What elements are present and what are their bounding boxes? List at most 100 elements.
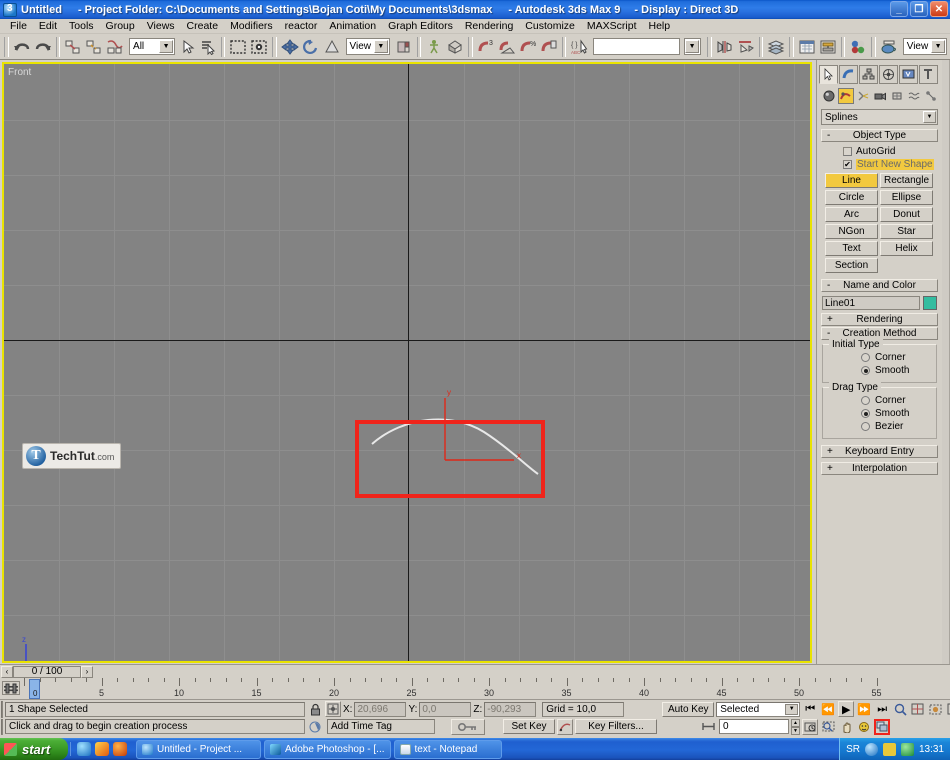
- rollout-toggle-name-and-color[interactable]: -: [827, 280, 830, 291]
- command-panel-scrollbar[interactable]: [942, 60, 950, 664]
- taskbar-item-notepad[interactable]: text - Notepad: [393, 739, 502, 759]
- material-editor-icon[interactable]: [848, 36, 868, 58]
- taskbar-item-3dsmax[interactable]: Untitled - Project ...: [136, 739, 261, 759]
- cameras-category[interactable]: [872, 88, 888, 104]
- object-button-arc[interactable]: Arc: [825, 207, 878, 222]
- systems-category[interactable]: [923, 88, 939, 104]
- window-crossing-icon[interactable]: [249, 36, 269, 58]
- current-frame-field[interactable]: 0 / 100: [13, 665, 81, 678]
- render-type-combo[interactable]: View ▼: [902, 38, 948, 55]
- rollout-rendering[interactable]: + Rendering: [821, 313, 938, 326]
- undo-icon[interactable]: [12, 36, 32, 58]
- object-button-rectangle[interactable]: Rectangle: [880, 173, 933, 188]
- select-and-manipulate-icon[interactable]: [424, 36, 444, 58]
- rollout-toggle-keyboard-entry[interactable]: +: [827, 446, 833, 457]
- object-button-section[interactable]: Section: [825, 258, 878, 273]
- key-mode-toggle-icon[interactable]: [451, 718, 485, 735]
- drag-type-corner-radio[interactable]: [861, 396, 870, 405]
- spinner-snap-toggle-icon[interactable]: [539, 36, 559, 58]
- current-time-field[interactable]: 0: [719, 719, 789, 735]
- align-icon[interactable]: [736, 36, 756, 58]
- zoom-all-icon[interactable]: [910, 701, 926, 717]
- chevron-down-icon[interactable]: ▼: [923, 111, 936, 123]
- coord-x-value[interactable]: 20,696: [354, 701, 407, 717]
- rollout-object-type[interactable]: - Object Type: [821, 129, 938, 142]
- drag-type-smooth-row[interactable]: Smooth: [823, 407, 936, 420]
- named-selection-set-input[interactable]: [593, 38, 680, 55]
- utilities-tab[interactable]: [919, 65, 938, 84]
- object-button-ngon[interactable]: NGon: [825, 224, 878, 239]
- menu-item-views[interactable]: Views: [141, 19, 181, 33]
- object-button-text[interactable]: Text: [825, 241, 878, 256]
- firefox-icon[interactable]: [113, 742, 127, 756]
- rollout-toggle-object-type[interactable]: -: [827, 130, 830, 141]
- restore-button[interactable]: ❐: [910, 1, 928, 17]
- display-tab[interactable]: [899, 65, 918, 84]
- object-button-ellipse[interactable]: Ellipse: [880, 190, 933, 205]
- selection-filter-combo[interactable]: All ▼: [129, 38, 176, 55]
- select-and-link-icon[interactable]: [63, 36, 83, 58]
- snaps-toggle-icon[interactable]: [445, 36, 465, 58]
- menu-item-customize[interactable]: Customize: [519, 19, 581, 33]
- select-by-name-icon[interactable]: [199, 36, 218, 58]
- rollout-toggle-interpolation[interactable]: +: [827, 463, 833, 474]
- object-button-line[interactable]: Line: [825, 173, 878, 188]
- rollout-toggle-rendering[interactable]: +: [827, 314, 833, 325]
- geometry-category[interactable]: [821, 88, 837, 104]
- bind-to-space-warp-icon[interactable]: [105, 36, 125, 58]
- layer-manager-icon[interactable]: [766, 36, 786, 58]
- shape-subcategory-dropdown[interactable]: Splines ▼: [821, 109, 938, 125]
- select-object-icon[interactable]: [179, 36, 198, 58]
- hierarchy-tab[interactable]: [859, 65, 878, 84]
- zoom-extents-all-icon[interactable]: [946, 701, 950, 717]
- warning-icon[interactable]: [882, 742, 896, 756]
- shield-icon[interactable]: [900, 742, 914, 756]
- object-button-donut[interactable]: Donut: [880, 207, 933, 222]
- drag-type-bezier-row[interactable]: Bezier: [823, 420, 936, 433]
- menu-item-tools[interactable]: Tools: [63, 19, 100, 33]
- select-and-scale-icon[interactable]: [322, 36, 342, 58]
- selection-list-combo[interactable]: Selected ▼: [716, 701, 801, 717]
- zoom-extents-icon[interactable]: [928, 701, 944, 717]
- initial-type-corner-radio[interactable]: [861, 353, 870, 362]
- field-of-view-icon[interactable]: [820, 719, 836, 735]
- menu-item-maxscript[interactable]: MAXScript: [581, 19, 643, 33]
- time-slider-handle[interactable]: 0: [29, 679, 40, 699]
- initial-type-smooth-radio[interactable]: [861, 366, 870, 375]
- coord-z-value[interactable]: -90,293: [484, 701, 537, 717]
- modify-tab[interactable]: [839, 65, 858, 84]
- initial-type-smooth-row[interactable]: Smooth: [823, 364, 936, 377]
- go-to-start-icon[interactable]: ⏮: [802, 701, 818, 717]
- arc-rotate-icon[interactable]: [856, 719, 872, 735]
- drag-type-corner-row[interactable]: Corner: [823, 394, 936, 407]
- motion-tab[interactable]: [879, 65, 898, 84]
- menu-item-modifiers[interactable]: Modifiers: [224, 19, 279, 33]
- start-new-shape-row[interactable]: ✔ Start New Shape: [821, 158, 938, 171]
- absolute-relative-transform-icon[interactable]: [325, 701, 341, 718]
- play-animation-icon[interactable]: ▶: [838, 701, 855, 718]
- redo-icon[interactable]: [33, 36, 53, 58]
- menu-item-edit[interactable]: Edit: [33, 19, 63, 33]
- adaptive-degradation-icon[interactable]: [307, 719, 323, 735]
- pan-icon[interactable]: [838, 719, 854, 735]
- previous-frame-icon[interactable]: ⏪: [820, 701, 836, 717]
- chevron-down-icon[interactable]: ▼: [373, 40, 388, 53]
- next-frame-button[interactable]: ›: [81, 665, 93, 678]
- select-and-move-icon[interactable]: [280, 36, 300, 58]
- front-viewport[interactable]: Front T TechTut.com y x z x: [2, 62, 812, 663]
- schematic-view-icon[interactable]: [818, 36, 838, 58]
- key-mode-toggle-small-icon[interactable]: [701, 719, 717, 735]
- initial-type-corner-row[interactable]: Corner: [823, 351, 936, 364]
- menu-item-create[interactable]: Create: [181, 19, 225, 33]
- chevron-down-icon[interactable]: ▼: [159, 40, 174, 53]
- maxscript-output-pane[interactable]: [1, 701, 3, 718]
- unlink-selection-icon[interactable]: [84, 36, 104, 58]
- clock[interactable]: 13:31: [919, 744, 944, 755]
- rollout-toggle-creation-method[interactable]: -: [827, 328, 830, 339]
- helpers-category[interactable]: [889, 88, 905, 104]
- menu-item-graph-editors[interactable]: Graph Editors: [382, 19, 459, 33]
- menu-item-help[interactable]: Help: [643, 19, 677, 33]
- lights-category[interactable]: [855, 88, 871, 104]
- selection-lock-toggle-icon[interactable]: [307, 701, 323, 717]
- zoom-icon[interactable]: [892, 701, 908, 717]
